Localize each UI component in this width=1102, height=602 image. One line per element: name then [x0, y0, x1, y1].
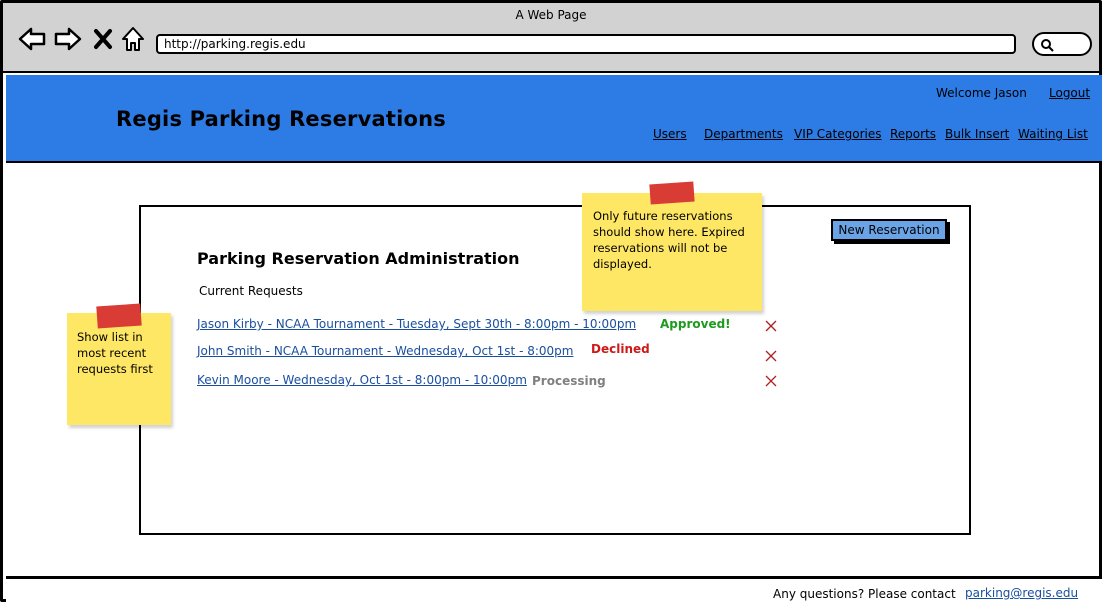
- sticky-note-future-only: Only future reservations should show her…: [582, 181, 762, 311]
- request-row: Kevin Moore - Wednesday, Oct 1st - 8:00p…: [197, 373, 797, 391]
- nav-reports[interactable]: Reports: [890, 127, 936, 141]
- status-badge: Declined: [591, 342, 650, 356]
- status-badge: Processing: [532, 374, 606, 388]
- new-reservation-button[interactable]: New Reservation: [831, 219, 947, 241]
- browser-window: A Web Page http://parking.regis.edu Regi…: [0, 0, 1102, 602]
- footer: Any questions? Please contact parking@re…: [6, 576, 1102, 602]
- sticky-note-sort-order: Show list in most recent requests first: [67, 303, 171, 425]
- back-arrow-icon[interactable]: [17, 25, 47, 53]
- nav-bulk-insert[interactable]: Bulk Insert: [945, 127, 1009, 141]
- delete-icon[interactable]: [764, 318, 778, 332]
- delete-icon[interactable]: [764, 373, 778, 387]
- contact-email-link[interactable]: parking@regis.edu: [965, 586, 1078, 600]
- browser-chrome: A Web Page http://parking.regis.edu: [3, 3, 1099, 73]
- window-title: A Web Page: [515, 8, 587, 22]
- welcome-text: Welcome Jason: [936, 86, 1027, 100]
- forward-arrow-icon[interactable]: [53, 25, 83, 53]
- sticky-note-text: Show list in most recent requests first: [77, 330, 153, 376]
- home-icon[interactable]: [120, 25, 146, 53]
- nav-waiting-list[interactable]: Waiting List: [1018, 127, 1088, 141]
- panel-subtitle: Current Requests: [199, 284, 303, 298]
- request-link[interactable]: Kevin Moore - Wednesday, Oct 1st - 8:00p…: [197, 373, 527, 387]
- nav-departments[interactable]: Departments: [704, 127, 783, 141]
- nav-vip-categories[interactable]: VIP Categories: [794, 127, 881, 141]
- url-bar[interactable]: http://parking.regis.edu: [156, 34, 1016, 54]
- request-link[interactable]: Jason Kirby - NCAA Tournament - Tuesday,…: [197, 317, 636, 331]
- nav-users[interactable]: Users: [653, 127, 687, 141]
- tape-decoration: [96, 303, 142, 329]
- sticky-note-text: Only future reservations should show her…: [593, 209, 745, 271]
- stop-close-icon[interactable]: [91, 25, 115, 53]
- tape-decoration: [649, 181, 695, 205]
- request-row: John Smith - NCAA Tournament - Wednesday…: [197, 342, 797, 362]
- logout-link[interactable]: Logout: [1049, 86, 1090, 100]
- request-link[interactable]: John Smith - NCAA Tournament - Wednesday…: [197, 344, 573, 358]
- status-badge: Approved!: [660, 317, 731, 331]
- page-title: Regis Parking Reservations: [116, 107, 446, 131]
- panel-title: Parking Reservation Administration: [197, 249, 520, 268]
- app-header: Regis Parking Reservations Welcome Jason…: [6, 75, 1102, 163]
- browser-search-box[interactable]: [1032, 32, 1092, 56]
- request-row: Jason Kirby - NCAA Tournament - Tuesday,…: [197, 317, 797, 335]
- footer-text: Any questions? Please contact: [773, 587, 956, 601]
- delete-icon[interactable]: [764, 348, 778, 362]
- admin-panel: Parking Reservation Administration Curre…: [139, 205, 971, 535]
- search-icon: [1041, 39, 1054, 52]
